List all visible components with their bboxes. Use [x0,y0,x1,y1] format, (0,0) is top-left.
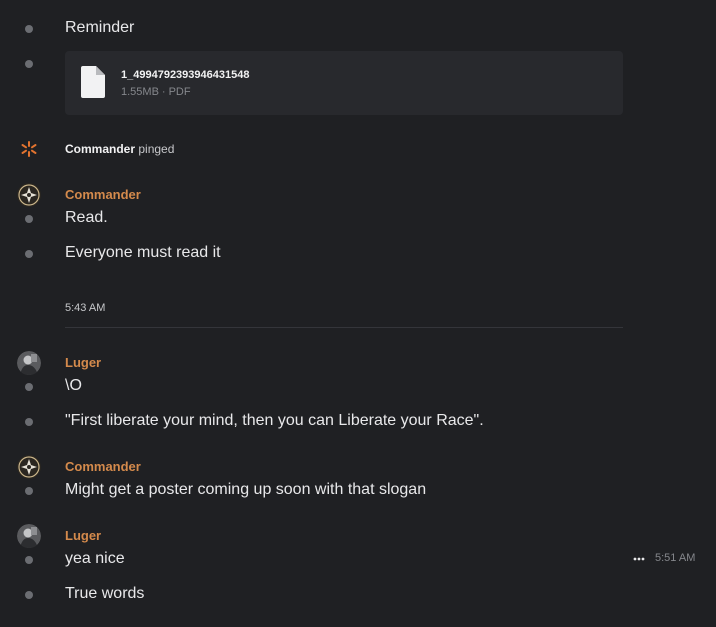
file-size: 1.55MB [121,86,159,98]
message-author[interactable]: Luger [65,528,101,544]
message-text: \O [65,377,82,394]
message-dot [25,591,33,599]
message-text: Everyone must read it [65,244,221,261]
file-icon [81,66,105,103]
time-divider-label: 5:43 AM [65,302,106,314]
file-meta: 1.55MB · PDF [121,86,191,98]
ping-action: pinged [138,142,175,156]
message-text: Might get a poster coming up soon with t… [65,481,427,498]
time-divider-line [65,327,623,328]
message-dot [25,250,33,258]
message-dot [25,556,33,564]
message-author[interactable]: Commander [65,459,141,475]
message-author[interactable]: Commander [65,187,141,203]
avatar[interactable] [17,524,41,548]
message-dot [25,418,33,426]
message-dot [25,60,33,68]
avatar[interactable] [17,183,41,207]
more-options-icon[interactable] [631,551,647,567]
message-dot [25,383,33,391]
avatar[interactable] [17,351,41,375]
avatar[interactable] [17,455,41,479]
message-dot [25,487,33,495]
message-text: True words [65,585,145,602]
message-text: Reminder [65,19,135,36]
message-dot [25,25,33,33]
message-author[interactable]: Luger [65,355,101,371]
ping-author[interactable]: Commander [65,142,135,156]
message-dot [25,215,33,223]
ping-line: Commander pinged [65,141,174,157]
file-attachment[interactable]: 1_4994792393946431548 1.55MB · PDF [65,51,623,115]
message-text: yea nice [65,550,125,567]
file-meta-separator: · [161,86,166,98]
ping-icon [21,141,37,162]
file-type: PDF [168,86,191,98]
message-timestamp: 5:51 AM [655,552,696,564]
file-name: 1_4994792393946431548 [121,69,250,81]
message-text: Read. [65,209,108,226]
message-text: "First liberate your mind, then you can … [65,412,484,429]
